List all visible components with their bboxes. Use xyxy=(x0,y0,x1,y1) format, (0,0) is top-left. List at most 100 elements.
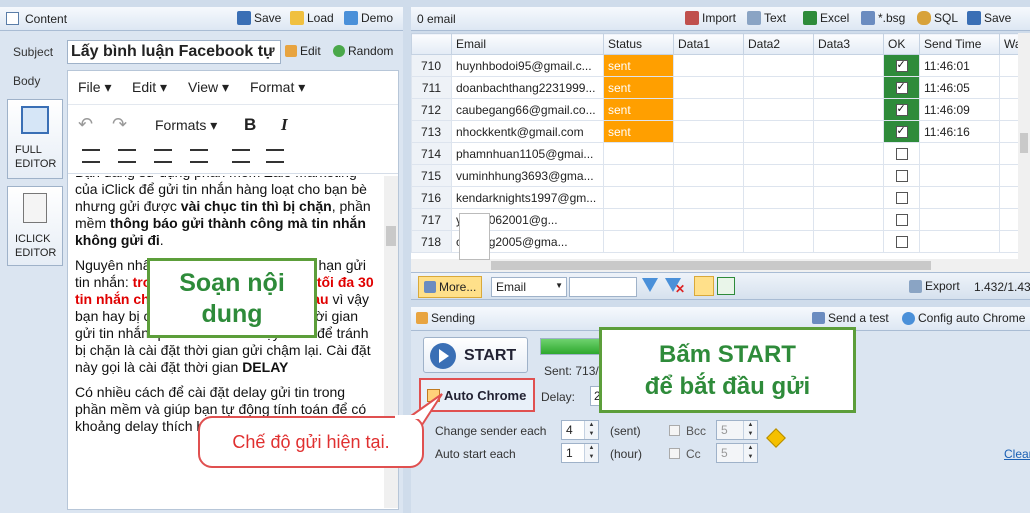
start-button[interactable]: START xyxy=(423,337,528,373)
data2-cell[interactable] xyxy=(743,208,814,231)
full-editor-button[interactable]: FULL EDITOR xyxy=(7,99,63,179)
excel-import-button[interactable]: Excel xyxy=(803,11,849,25)
data1-cell[interactable] xyxy=(673,54,744,77)
status-cell[interactable]: sent xyxy=(603,98,674,121)
data3-cell[interactable] xyxy=(813,76,884,99)
grid-view-icon[interactable] xyxy=(694,276,714,296)
filter-icon[interactable] xyxy=(642,278,658,292)
ok-checkbox[interactable] xyxy=(895,236,908,249)
email-grid-vscroll[interactable] xyxy=(1018,33,1030,259)
ok-cell[interactable] xyxy=(883,54,920,77)
table-row[interactable]: 717 ynh21062001@g... xyxy=(411,208,1018,231)
menu-format[interactable]: Format ▾ xyxy=(250,79,305,96)
status-cell[interactable]: sent xyxy=(603,76,674,99)
email-cell[interactable]: caubegang66@gmail.co... xyxy=(451,98,604,121)
data3-cell[interactable] xyxy=(813,230,884,253)
table-row[interactable]: 713nhockkentk@gmail.comsent 11:46:16 xyxy=(411,120,1018,143)
ok-cell[interactable] xyxy=(883,98,920,121)
row-number[interactable]: 710 xyxy=(411,54,452,77)
data3-cell[interactable] xyxy=(813,142,884,165)
formats-dropdown[interactable]: Formats ▾ xyxy=(155,117,217,134)
column-header-status[interactable]: Status xyxy=(603,33,674,55)
email-grid-hscroll-thumb[interactable] xyxy=(491,261,931,270)
send-time-cell[interactable] xyxy=(919,142,1000,165)
ok-checkbox[interactable] xyxy=(895,148,908,161)
status-cell[interactable] xyxy=(603,142,674,165)
warning-cell[interactable] xyxy=(999,230,1018,253)
save-email-button[interactable]: Save xyxy=(967,11,1011,25)
ok-cell[interactable] xyxy=(883,120,920,143)
data2-cell[interactable] xyxy=(743,186,814,209)
menu-view[interactable]: View ▾ xyxy=(188,79,229,96)
warning-cell[interactable] xyxy=(999,76,1018,99)
editor-scroll-thumb[interactable] xyxy=(386,226,396,246)
email-cell[interactable]: phamnhuan1105@gmai... xyxy=(451,142,604,165)
bcc-stepper[interactable]: 5 ▲ ▼ xyxy=(716,420,758,440)
send-time-cell[interactable]: 11:46:16 xyxy=(919,120,1000,143)
table-row[interactable]: 710huynhbodoi95@gmail.c...sent 11:46:01 xyxy=(411,54,1018,77)
email-grid-vscroll-thumb[interactable] xyxy=(1020,133,1028,153)
email-cell[interactable]: kendarknights1997@gm... xyxy=(451,186,604,209)
email-cell[interactable]: vuminhhung3693@gma... xyxy=(451,164,604,187)
subject-edit-button[interactable]: Edit xyxy=(285,44,321,58)
stepper-arrows-icon[interactable]: ▲ ▼ xyxy=(743,444,757,462)
column-header-data2[interactable]: Data2 xyxy=(743,33,814,55)
demo-content-button[interactable]: Demo xyxy=(344,11,393,25)
align-left-icon[interactable] xyxy=(82,149,100,163)
data3-cell[interactable] xyxy=(813,98,884,121)
ok-cell[interactable] xyxy=(883,76,920,99)
data1-cell[interactable] xyxy=(673,76,744,99)
send-test-button[interactable]: Send a test xyxy=(812,311,889,325)
data1-cell[interactable] xyxy=(673,230,744,253)
stepper-arrows-icon[interactable]: ▲ ▼ xyxy=(584,444,598,462)
save-content-button[interactable]: Save xyxy=(237,11,281,25)
row-number[interactable]: 713 xyxy=(411,120,452,143)
table-row[interactable]: 715 vuminhhung3693@gma... xyxy=(411,164,1018,187)
send-time-cell[interactable]: 11:46:05 xyxy=(919,76,1000,99)
warning-cell[interactable] xyxy=(999,186,1018,209)
send-time-cell[interactable]: 11:46:01 xyxy=(919,54,1000,77)
row-number[interactable]: 717 xyxy=(411,208,452,231)
ok-cell[interactable] xyxy=(883,230,920,253)
column-header-data3[interactable]: Data3 xyxy=(813,33,884,55)
auto-start-stepper[interactable]: 1 ▲ ▼ xyxy=(561,443,599,463)
data3-cell[interactable] xyxy=(813,164,884,187)
data3-cell[interactable] xyxy=(813,54,884,77)
stepper-arrows-icon[interactable]: ▲ ▼ xyxy=(584,421,598,439)
table-row[interactable]: 716 kendarknights1997@gm... xyxy=(411,186,1018,209)
subject-random-button[interactable]: Random xyxy=(333,44,393,58)
bcc-checkbox[interactable] xyxy=(669,425,680,436)
change-sender-stepper[interactable]: 4 ▲ ▼ xyxy=(561,420,599,440)
ok-cell[interactable] xyxy=(883,142,920,165)
data2-cell[interactable] xyxy=(743,164,814,187)
data2-cell[interactable] xyxy=(743,142,814,165)
row-number[interactable]: 715 xyxy=(411,164,452,187)
table-row[interactable]: 711doanbachthang2231999...sent 11:46:05 xyxy=(411,76,1018,99)
data3-cell[interactable] xyxy=(813,208,884,231)
column-header-ok[interactable]: OK xyxy=(883,33,920,55)
redo-icon[interactable]: ↷ xyxy=(112,114,127,135)
filter-field-select[interactable]: Email ▼ xyxy=(491,277,567,297)
menu-edit[interactable]: Edit ▾ xyxy=(132,79,167,96)
ok-cell[interactable] xyxy=(883,164,920,187)
stepper-arrows-icon[interactable]: ▲ ▼ xyxy=(743,421,757,439)
import-button[interactable]: Import xyxy=(685,11,736,25)
bold-button[interactable]: B xyxy=(244,115,256,135)
export-button[interactable]: Export xyxy=(909,279,960,293)
data1-cell[interactable] xyxy=(673,208,744,231)
status-cell[interactable] xyxy=(603,164,674,187)
row-number[interactable]: 716 xyxy=(411,186,452,209)
data1-cell[interactable] xyxy=(673,98,744,121)
send-time-cell[interactable] xyxy=(919,230,1000,253)
warning-cell[interactable] xyxy=(999,208,1018,231)
export-grid-icon[interactable] xyxy=(717,277,735,295)
row-number[interactable]: 711 xyxy=(411,76,452,99)
warning-cell[interactable] xyxy=(999,54,1018,77)
email-grid-hscroll[interactable] xyxy=(411,259,1030,272)
status-cell[interactable] xyxy=(603,186,674,209)
sql-import-button[interactable]: SQL xyxy=(917,11,958,25)
ok-cell[interactable] xyxy=(883,208,920,231)
indent-icon[interactable] xyxy=(266,149,284,163)
ok-checkbox[interactable] xyxy=(895,58,908,73)
ok-checkbox[interactable] xyxy=(895,170,908,183)
